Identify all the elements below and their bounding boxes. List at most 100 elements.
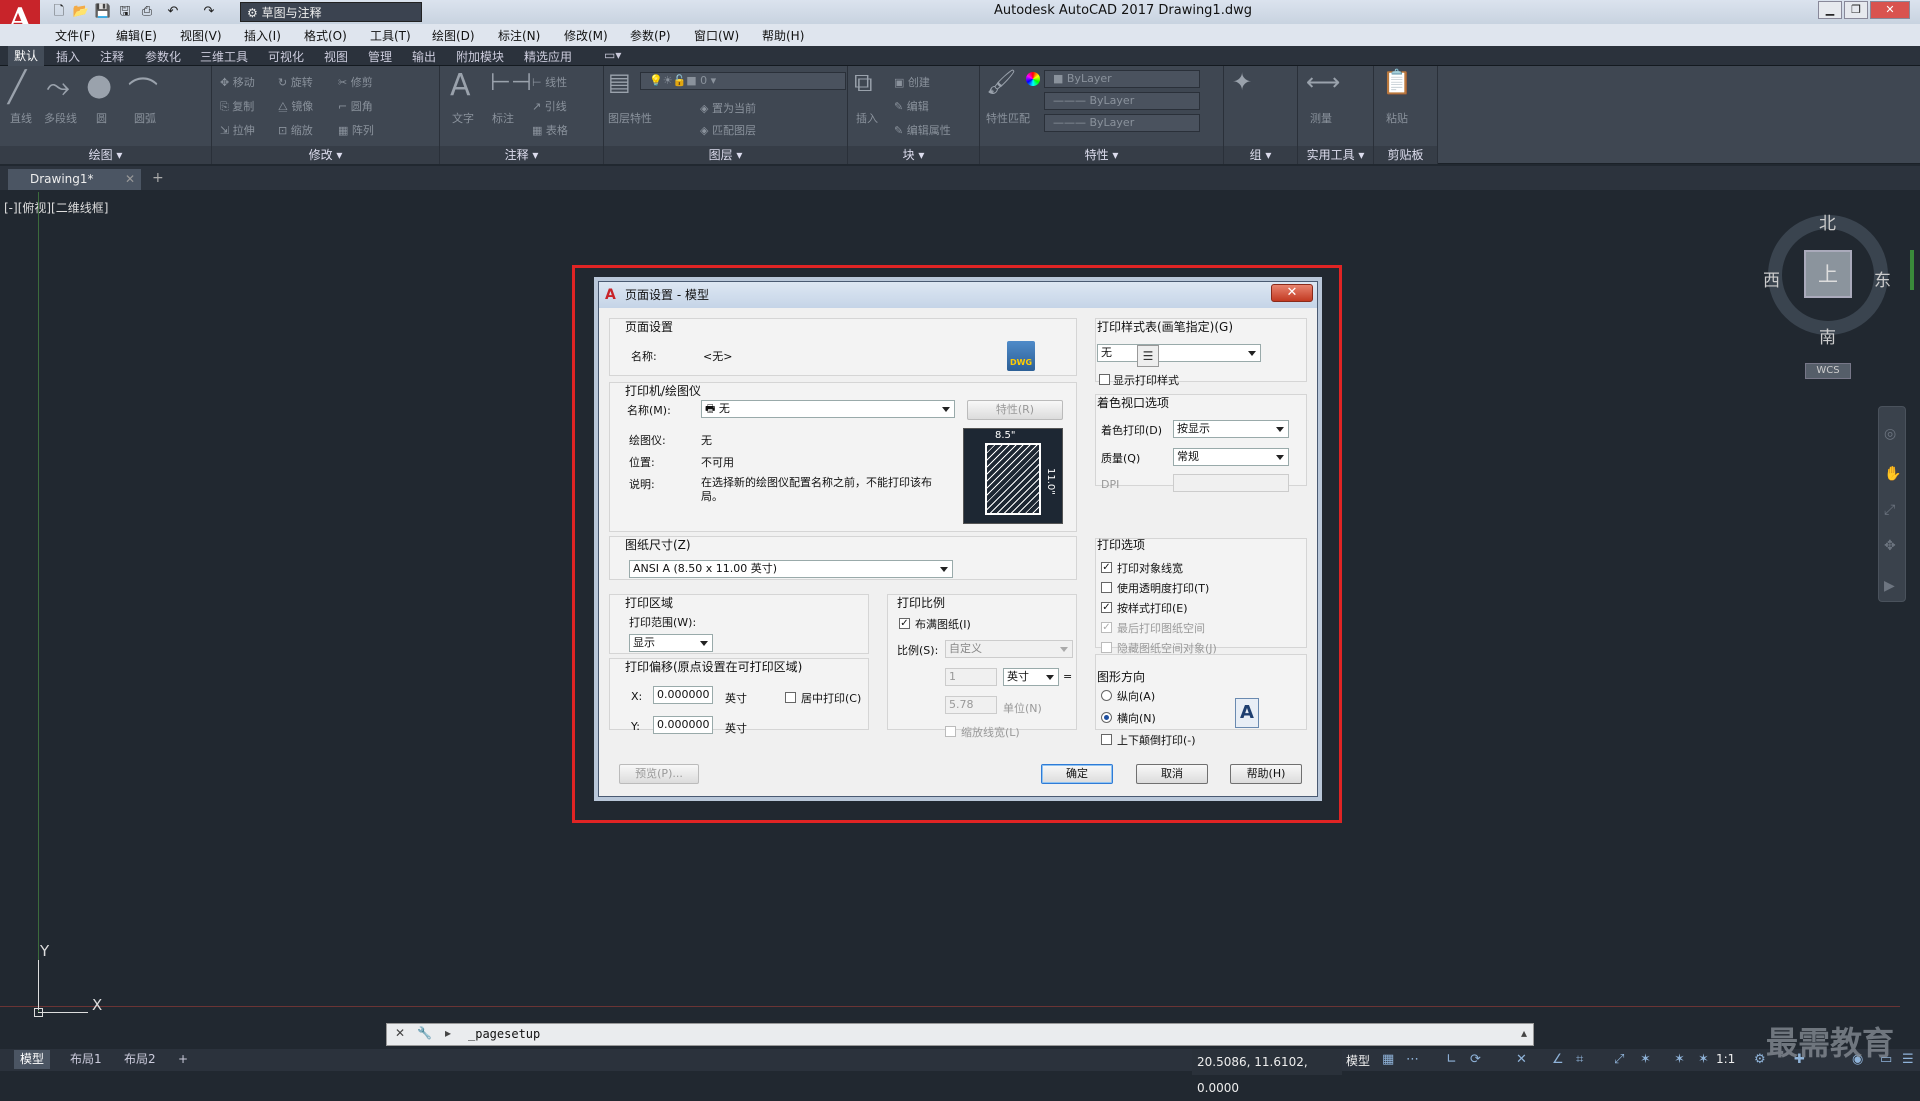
tab-3d-tools[interactable]: 三维工具 bbox=[200, 48, 248, 65]
tab-featured-apps[interactable]: 精选应用 bbox=[524, 48, 572, 65]
layout-tab-1[interactable]: 布局1 bbox=[64, 1050, 108, 1069]
trim-tool[interactable]: ✂ 修剪 bbox=[338, 74, 373, 90]
tab-default[interactable]: 默认 bbox=[8, 46, 45, 66]
menu-tools[interactable]: 工具(T) bbox=[370, 27, 411, 44]
lineweight-dropdown[interactable]: ——— ByLayer bbox=[1044, 114, 1200, 132]
cancel-button[interactable]: 取消 bbox=[1136, 764, 1208, 784]
dialog-close-button[interactable]: ✕ bbox=[1271, 284, 1313, 302]
portrait-radio[interactable] bbox=[1101, 690, 1112, 701]
command-history-icon[interactable]: ▴ bbox=[1521, 1026, 1527, 1040]
scale-value-input[interactable]: 1 bbox=[945, 668, 997, 686]
tab-view[interactable]: 视图 bbox=[324, 48, 348, 65]
showmotion-icon[interactable]: ▶ bbox=[1884, 578, 1900, 594]
edit-attributes-tool[interactable]: ✎ 编辑属性 bbox=[894, 122, 951, 138]
grid-icon[interactable]: ▦ bbox=[1382, 1052, 1394, 1067]
panel-group-title[interactable]: 组 ▾ bbox=[1224, 146, 1297, 164]
dialog-title-bar[interactable]: 页面设置 - 模型 bbox=[599, 282, 1317, 308]
selection-cycling-icon[interactable]: ⤢ bbox=[1614, 1052, 1624, 1067]
printer-name-select[interactable]: 🖶 无 bbox=[701, 400, 955, 418]
table-tool[interactable]: ▦ 表格 bbox=[532, 122, 568, 138]
customize-status-icon[interactable]: ☰ bbox=[1902, 1052, 1914, 1067]
layer-properties-icon[interactable]: ▤ bbox=[608, 68, 631, 96]
compass-north[interactable]: 北 bbox=[1819, 209, 1836, 234]
plot-option-checkbox[interactable]: ✓ bbox=[1101, 622, 1112, 633]
array-tool[interactable]: ▦ 阵列 bbox=[338, 122, 374, 138]
print-icon[interactable]: ⎙ bbox=[138, 3, 156, 21]
panel-modify-title[interactable]: 修改 ▾ bbox=[212, 146, 439, 164]
match-layer-tool[interactable]: ◈ 匹配图层 bbox=[700, 122, 756, 138]
menu-help[interactable]: 帮助(H) bbox=[762, 27, 804, 44]
auto-scale-icon[interactable]: ✶ bbox=[1674, 1052, 1685, 1067]
layout-tab-model[interactable]: 模型 bbox=[14, 1050, 51, 1069]
steering-wheel-icon[interactable]: ◎ bbox=[1884, 426, 1900, 442]
dynamic-ucs-icon[interactable]: ⌗ bbox=[1576, 1052, 1583, 1067]
osnap-icon[interactable]: ✕ bbox=[1516, 1052, 1527, 1067]
annotation-visibility-icon[interactable]: ✶ bbox=[1640, 1052, 1651, 1067]
redo-icon[interactable]: ↷ bbox=[200, 3, 218, 21]
save-icon[interactable]: 💾 bbox=[94, 3, 112, 21]
annotation-scale[interactable]: 1:1 bbox=[1716, 1052, 1735, 1066]
arc-icon[interactable]: ⌒ bbox=[128, 68, 158, 112]
panel-layers-title[interactable]: 图层 ▾ bbox=[604, 146, 847, 164]
leader-tool[interactable]: ↗ 引线 bbox=[532, 98, 567, 114]
quality-select[interactable]: 常规 bbox=[1173, 448, 1289, 466]
close-window-button[interactable]: ✕ bbox=[1870, 1, 1910, 19]
linetype-dropdown[interactable]: ——— ByLayer bbox=[1044, 92, 1200, 110]
otrack-icon[interactable]: ∠ bbox=[1552, 1052, 1564, 1067]
stretch-tool[interactable]: ⇲ 拉伸 bbox=[220, 122, 255, 138]
add-layout-button[interactable]: + bbox=[172, 1050, 194, 1069]
fillet-tool[interactable]: ⌐ 圆角 bbox=[338, 98, 373, 114]
landscape-radio[interactable] bbox=[1101, 712, 1112, 723]
color-dropdown[interactable]: ■ ByLayer bbox=[1044, 70, 1200, 88]
scale-tool[interactable]: ⊡ 缩放 bbox=[278, 122, 313, 138]
close-tab-icon[interactable]: ✕ bbox=[125, 169, 135, 190]
undo-icon[interactable]: ↶ bbox=[164, 3, 182, 21]
paste-icon[interactable]: 📋 bbox=[1382, 68, 1412, 96]
plot-option-checkbox[interactable]: ✓ bbox=[1101, 602, 1112, 613]
line-icon[interactable]: ╱ bbox=[8, 70, 26, 105]
panel-block-title[interactable]: 块 ▾ bbox=[848, 146, 979, 164]
tab-output[interactable]: 输出 bbox=[412, 48, 436, 65]
help-button[interactable]: 帮助(H) bbox=[1230, 764, 1302, 784]
tab-annotate[interactable]: 注释 bbox=[100, 48, 124, 65]
panel-annotation-title[interactable]: 注释 ▾ bbox=[440, 146, 603, 164]
orbit-icon[interactable]: ✥ bbox=[1884, 538, 1900, 554]
menu-insert[interactable]: 插入(I) bbox=[244, 27, 281, 44]
ok-button[interactable]: 确定 bbox=[1041, 764, 1113, 784]
center-plot-checkbox[interactable] bbox=[785, 692, 796, 703]
match-properties-icon[interactable]: 🖌 bbox=[986, 68, 1016, 96]
tab-manage[interactable]: 管理 bbox=[368, 48, 392, 65]
dpi-input[interactable] bbox=[1173, 474, 1289, 492]
workspace-selector[interactable]: ⚙ 草图与注释 bbox=[240, 2, 422, 22]
save-as-icon[interactable]: 🖫 bbox=[116, 3, 134, 21]
polar-icon[interactable]: ⟳ bbox=[1470, 1052, 1481, 1067]
ribbon-options-icon[interactable]: ▭▾ bbox=[604, 48, 621, 62]
menu-window[interactable]: 窗口(W) bbox=[694, 27, 739, 44]
viewport-label[interactable]: [-][俯视][二维线框] bbox=[4, 199, 108, 216]
fit-to-paper-checkbox[interactable]: ✓ bbox=[899, 618, 910, 629]
command-line[interactable]: ✕ 🔧 ▸ ▴ bbox=[386, 1023, 1534, 1046]
compass-west[interactable]: 西 bbox=[1763, 266, 1780, 291]
ortho-icon[interactable]: ∟ bbox=[1446, 1052, 1457, 1067]
menu-edit[interactable]: 编辑(E) bbox=[116, 27, 157, 44]
maximize-button[interactable]: ❐ bbox=[1844, 1, 1868, 19]
menu-dimension[interactable]: 标注(N) bbox=[498, 27, 540, 44]
wcs-menu[interactable]: WCS bbox=[1805, 363, 1851, 379]
customize-command-icon[interactable]: 🔧 bbox=[417, 1026, 432, 1040]
tab-parametric[interactable]: 参数化 bbox=[145, 48, 181, 65]
layer-dropdown[interactable]: 💡☀🔓■ 0 ▾ bbox=[640, 72, 846, 90]
printer-properties-button[interactable]: 特性(R) bbox=[967, 400, 1063, 420]
workspace-switch-icon[interactable]: ⚙ bbox=[1754, 1052, 1766, 1067]
menu-format[interactable]: 格式(O) bbox=[304, 27, 347, 44]
set-current-tool[interactable]: ◈ 置为当前 bbox=[700, 100, 756, 116]
copy-tool[interactable]: ⎘ 复制 bbox=[220, 98, 254, 114]
coordinates-readout[interactable]: 20.5086, 11.6102, 0.0000 bbox=[1192, 1049, 1342, 1095]
viewcube-top-face[interactable]: 上 bbox=[1804, 250, 1852, 298]
new-tab-button[interactable]: + bbox=[152, 170, 164, 186]
dimension-icon[interactable]: ⊢⊣ bbox=[490, 68, 532, 96]
preview-button[interactable]: 预览(P)... bbox=[619, 764, 699, 784]
scale-units-input[interactable]: 5.78 bbox=[945, 696, 997, 714]
menu-draw[interactable]: 绘图(D) bbox=[432, 27, 475, 44]
plot-style-table-select[interactable]: 无 bbox=[1097, 344, 1261, 362]
pan-icon[interactable]: ✋ bbox=[1884, 466, 1901, 482]
